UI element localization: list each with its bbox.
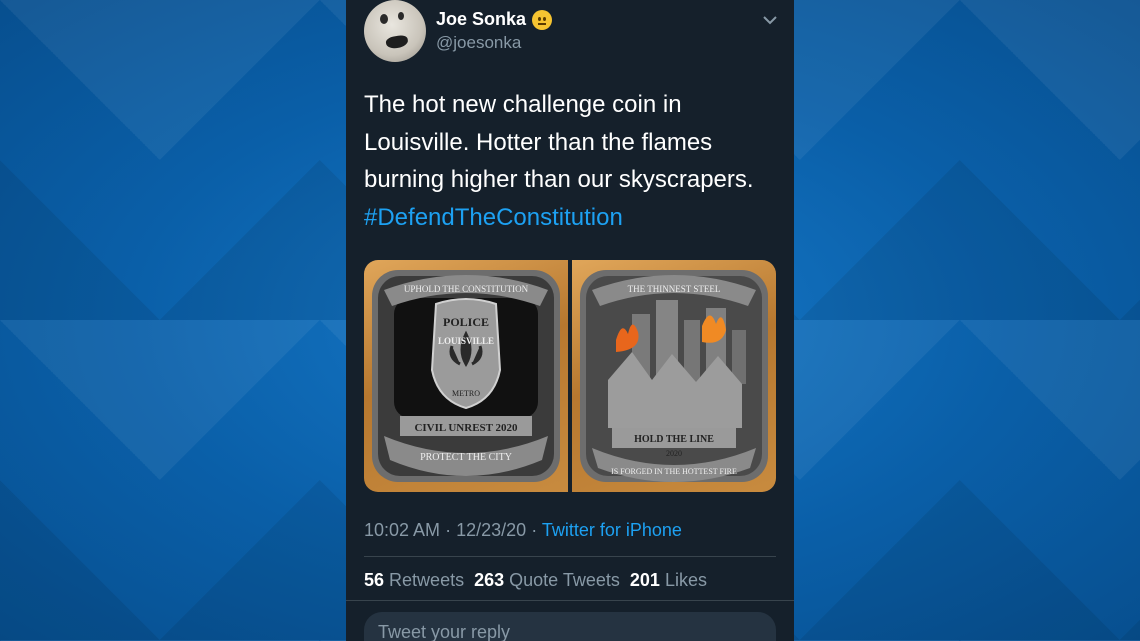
- coin-photo-back[interactable]: THE THINNEST STEEL HOLD THE LINE 2020 IS…: [572, 260, 776, 492]
- tweet-meta: 10:02 AM · 12/23/20 · Twitter for iPhone: [364, 520, 682, 541]
- coin-front-illustration: UPHOLD THE CONSTITUTION POLICE LOUISVILL…: [372, 270, 560, 482]
- coin-right-top-text: THE THINNEST STEEL: [628, 284, 721, 294]
- engagement-stats: 56 Retweets 263 Quote Tweets 201 Likes: [364, 570, 707, 591]
- hashtag-link[interactable]: #DefendTheConstitution: [364, 199, 784, 237]
- display-name-text[interactable]: Joe Sonka: [436, 9, 526, 30]
- coin-right-ribbon: HOLD THE LINE: [634, 434, 714, 445]
- neutral-face-emoji-icon: [532, 9, 553, 30]
- likes-label: Likes: [664, 570, 707, 590]
- tweet-source-link[interactable]: Twitter for iPhone: [542, 520, 682, 540]
- likes-stat[interactable]: 201 Likes: [630, 570, 707, 591]
- quote-tweets-stat[interactable]: 263 Quote Tweets: [474, 570, 620, 591]
- tweet-text-line-2: Louisville. Hotter than the flames: [364, 128, 713, 156]
- tweet-text-line-3: burning higher than our skyscrapers.: [364, 166, 754, 193]
- reply-placeholder: Tweet your reply: [378, 622, 511, 641]
- tweet-text: The hot new challenge coin in Louisville…: [364, 86, 784, 236]
- retweets-label: Retweets: [389, 570, 465, 590]
- coin-left-bottom-text: PROTECT THE CITY: [420, 452, 512, 463]
- likes-count: 201: [629, 570, 660, 590]
- coin-left-ribbon: CIVIL UNREST 2020: [414, 422, 518, 434]
- retweets-stat[interactable]: 56 Retweets: [364, 570, 464, 591]
- coin-right-bottom-text: IS FORGED IN THE HOTTEST FIRE: [611, 467, 737, 476]
- coin-left-badge-mid: LOUISVILLE: [438, 336, 494, 346]
- coin-right-year: 2020: [666, 449, 682, 458]
- tweet-panel: Joe Sonka @joesonka The hot new challeng…: [346, 0, 794, 641]
- divider: [346, 600, 794, 601]
- retweets-count: 56: [364, 570, 385, 590]
- avatar[interactable]: [364, 0, 426, 62]
- coin-back-illustration: THE THINNEST STEEL HOLD THE LINE 2020 IS…: [580, 270, 768, 482]
- coin-left-badge-top: POLICE: [443, 315, 489, 329]
- user-handle[interactable]: @joesonka: [436, 33, 521, 53]
- quote-tweets-label: Quote Tweets: [509, 570, 620, 590]
- chevron-down-icon[interactable]: [762, 12, 778, 28]
- display-name[interactable]: Joe Sonka: [436, 9, 553, 30]
- reply-input[interactable]: Tweet your reply: [364, 612, 776, 641]
- coin-left-top-text: UPHOLD THE CONSTITUTION: [404, 284, 529, 294]
- meta-separator: ·: [531, 520, 538, 540]
- divider: [364, 556, 776, 557]
- tweet-time[interactable]: 10:02 AM: [364, 520, 440, 540]
- coin-left-badge-bottom: METRO: [452, 389, 480, 398]
- tweet-date[interactable]: 12/23/20: [456, 520, 526, 540]
- quote-tweets-count: 263: [474, 570, 505, 590]
- coin-photo-front[interactable]: UPHOLD THE CONSTITUTION POLICE LOUISVILL…: [364, 260, 568, 492]
- tweet-text-line-1: The hot new challenge coin in: [364, 91, 682, 118]
- meta-separator: ·: [445, 520, 452, 540]
- tweet-media[interactable]: UPHOLD THE CONSTITUTION POLICE LOUISVILL…: [364, 260, 776, 492]
